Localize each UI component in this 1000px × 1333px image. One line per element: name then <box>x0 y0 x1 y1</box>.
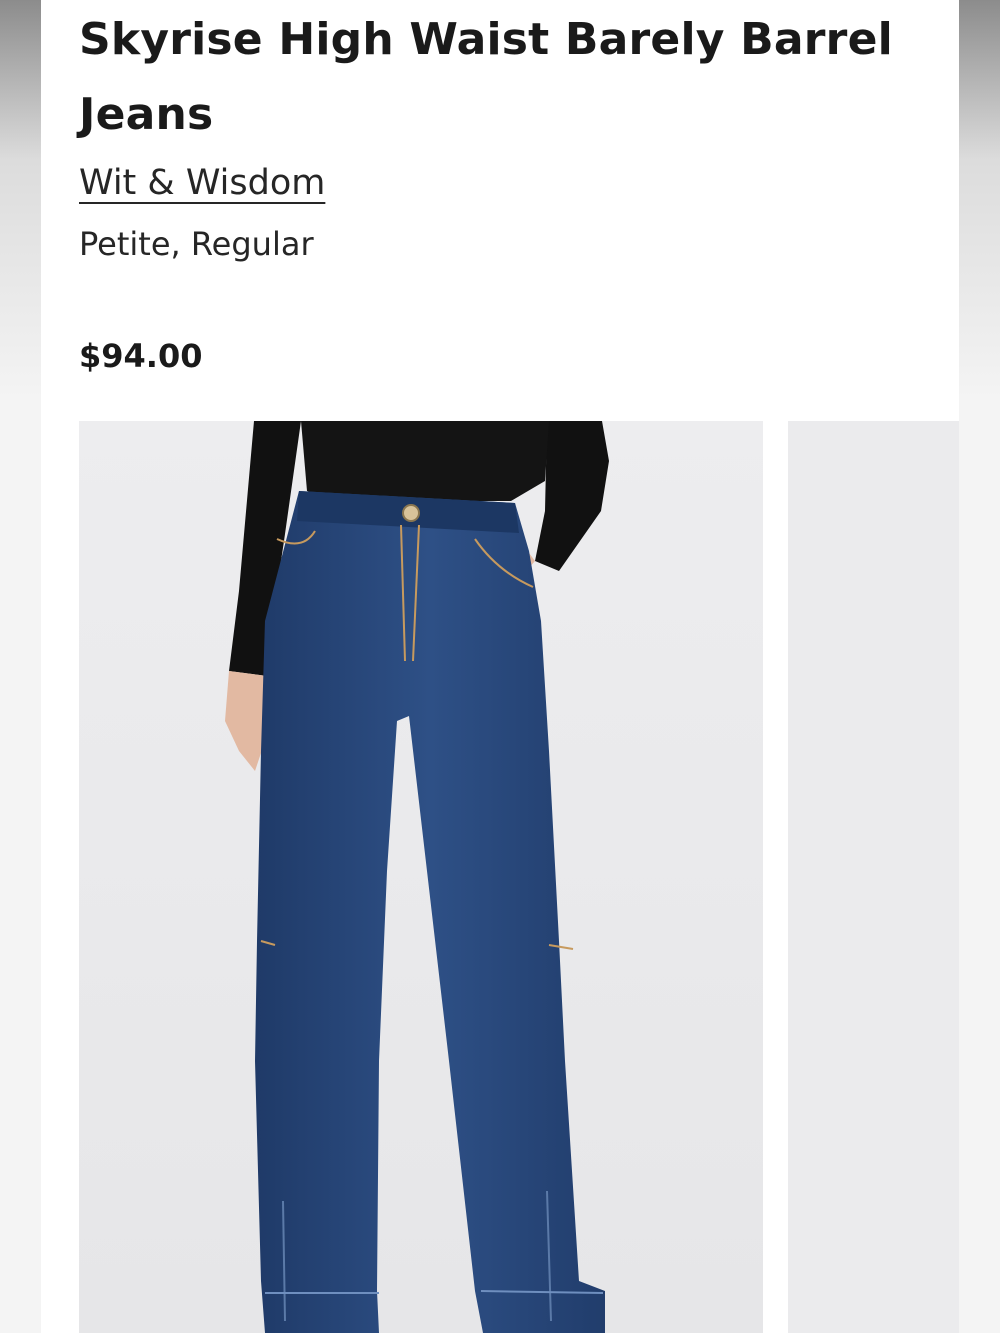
product-price: $94.00 <box>79 337 203 375</box>
product-page: Skyrise High Waist Barely Barrel Jeans W… <box>41 0 959 1333</box>
product-image[interactable] <box>79 421 763 1333</box>
product-title: Skyrise High Waist Barely Barrel Jeans <box>79 14 893 140</box>
fit-options: Petite, Regular <box>79 225 314 263</box>
right-edge-shade <box>959 0 1000 1333</box>
image-gallery[interactable] <box>79 421 959 1333</box>
brand-link[interactable]: Wit & Wisdom <box>79 160 325 206</box>
left-edge-shade <box>0 0 41 1333</box>
product-photo-illustration <box>79 421 763 1333</box>
next-product-image[interactable] <box>788 421 959 1333</box>
